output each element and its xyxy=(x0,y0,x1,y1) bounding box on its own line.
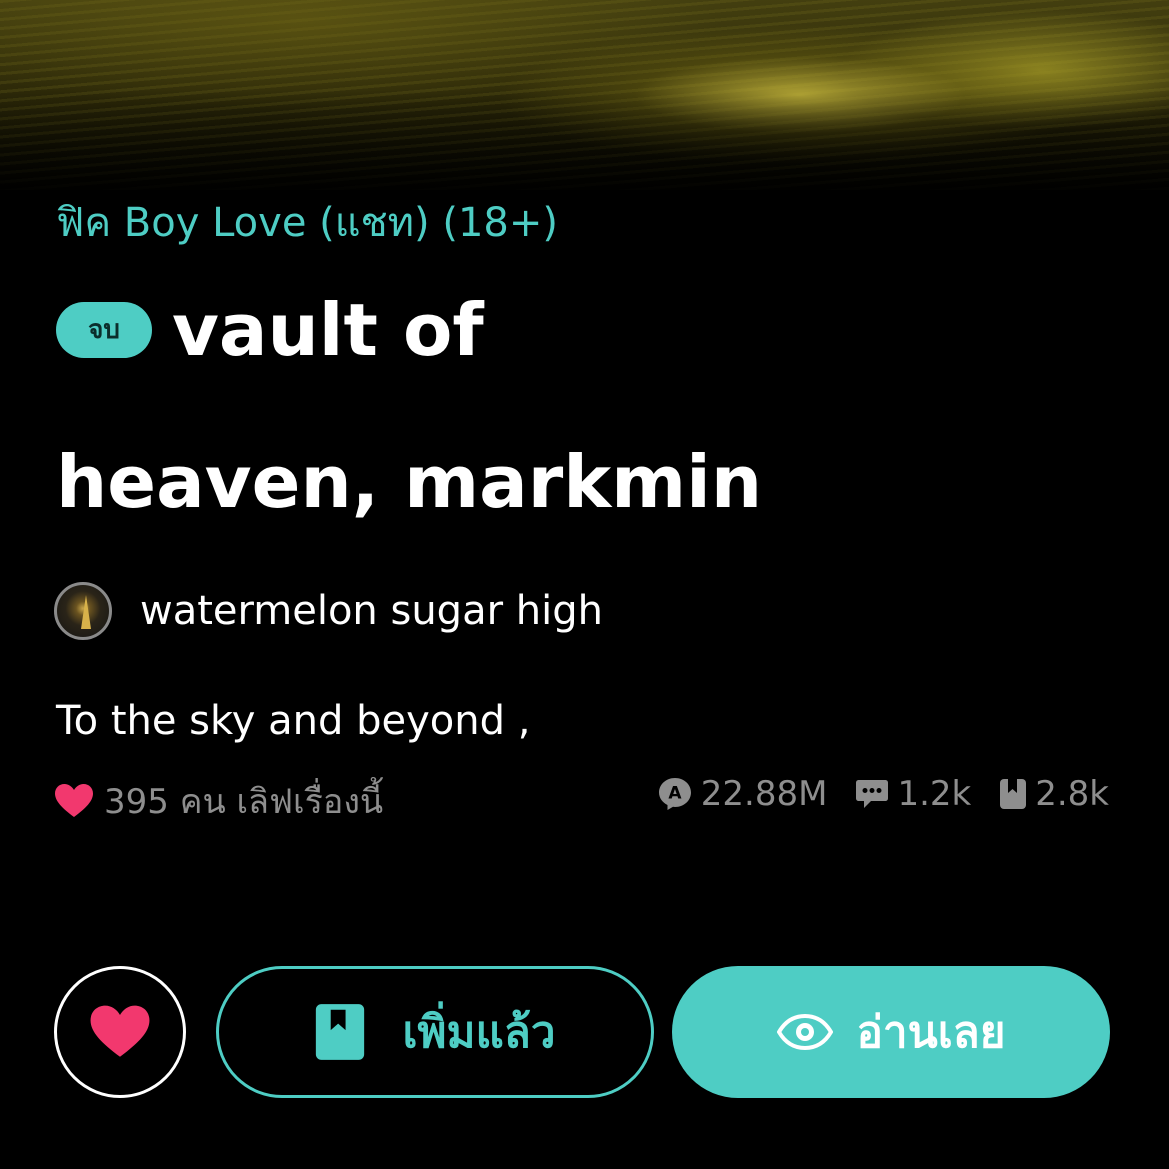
status-badge: จบ xyxy=(56,302,152,358)
story-title-line2: heaven, markmin xyxy=(56,440,763,524)
story-stats: A 22.88M 1.2k 2.8k xyxy=(629,774,1109,814)
view-stat: A 22.88M xyxy=(657,774,828,814)
likes-stat: 395 คน เลิฟเรื่องนี้ xyxy=(54,774,383,828)
likes-text: 395 คน เลิฟเรื่องนี้ xyxy=(104,782,384,822)
read-label: อ่านเลย xyxy=(856,1007,1006,1058)
avatar-image xyxy=(81,595,91,629)
story-category[interactable]: ฟิค Boy Love (แชท) (18+) xyxy=(56,190,558,254)
svg-text:A: A xyxy=(668,784,682,804)
avatar[interactable] xyxy=(54,582,112,640)
comment-stat: 1.2k xyxy=(855,774,971,814)
view-count: 22.88M xyxy=(700,774,828,814)
heart-icon xyxy=(55,784,93,817)
story-description: To the sky and beyond , xyxy=(56,698,531,744)
comment-count: 1.2k xyxy=(897,774,972,814)
author-name[interactable]: watermelon sugar high xyxy=(140,588,603,634)
author-row[interactable]: watermelon sugar high xyxy=(54,582,603,640)
like-button[interactable] xyxy=(54,966,186,1098)
view-count-icon: A xyxy=(658,778,691,810)
title-row: จบ vault of xyxy=(56,288,484,372)
eye-icon xyxy=(776,1014,833,1050)
bookmark-stat: 2.8k xyxy=(999,774,1109,814)
bookmark-count: 2.8k xyxy=(1035,774,1109,814)
story-title-line1: vault of xyxy=(172,288,484,372)
heart-icon xyxy=(90,1005,150,1057)
bookmark-icon xyxy=(316,1004,365,1060)
read-now-button[interactable]: อ่านเลย xyxy=(672,966,1110,1098)
added-to-library-button[interactable]: เพิ่มแล้ว xyxy=(216,966,654,1098)
cover-fade xyxy=(0,90,1169,200)
story-detail-page: ฟิค Boy Love (แชท) (18+) จบ vault of hea… xyxy=(0,0,1169,1169)
comment-icon xyxy=(856,780,889,808)
bookmark-icon xyxy=(1000,779,1027,809)
added-label: เพิ่มแล้ว xyxy=(402,1007,556,1058)
